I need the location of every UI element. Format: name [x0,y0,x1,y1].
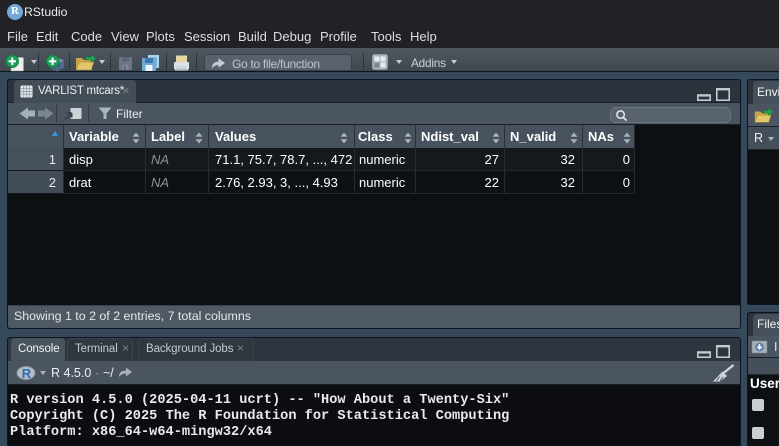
svg-text:R: R [22,366,32,381]
